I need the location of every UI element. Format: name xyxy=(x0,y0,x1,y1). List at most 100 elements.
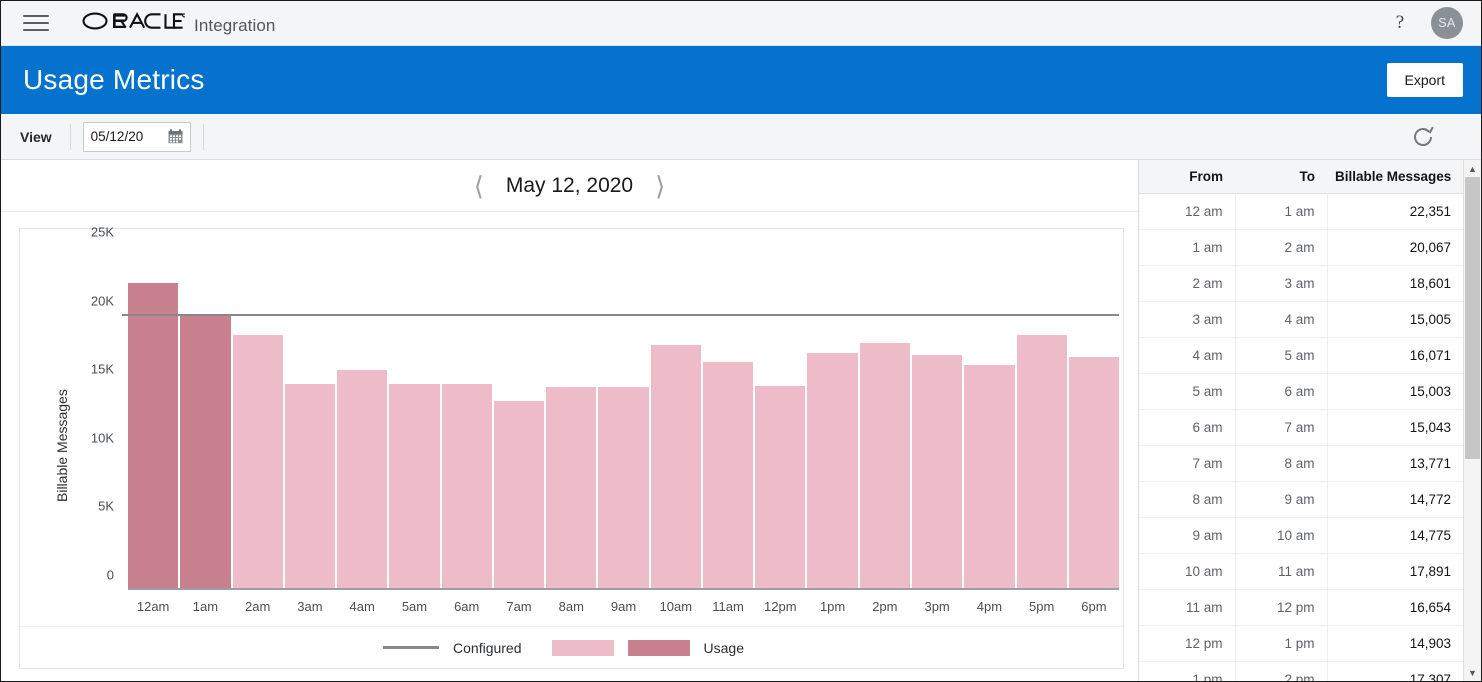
table-row[interactable]: 4 am5 am16,071 xyxy=(1139,338,1463,374)
table-row[interactable]: 7 am8 am13,771 xyxy=(1139,446,1463,482)
table-row[interactable]: 12 pm1 pm14,903 xyxy=(1139,626,1463,662)
bar-segment-usage xyxy=(651,345,701,590)
legend-usage-light-swatch xyxy=(552,640,614,656)
table-row[interactable]: 11 am12 pm16,654 xyxy=(1139,590,1463,626)
scroll-up-icon[interactable]: ▲ xyxy=(1464,160,1481,177)
chart-card: Billable Messages 05K10K15K20K25K 12am1a… xyxy=(19,228,1124,669)
bar-segment-usage xyxy=(389,384,439,590)
refresh-icon[interactable] xyxy=(1411,125,1435,149)
table-row[interactable]: 12 am1 am22,351 xyxy=(1139,194,1463,230)
bar[interactable] xyxy=(442,384,492,590)
table-row[interactable]: 5 am6 am15,003 xyxy=(1139,374,1463,410)
x-tick-label: 2am xyxy=(233,599,283,614)
bar-segment-usage xyxy=(598,387,648,590)
x-tick-label: 7am xyxy=(494,599,544,614)
x-tick-label: 12am xyxy=(128,599,178,614)
bar-segment-usage xyxy=(285,384,335,590)
bar[interactable] xyxy=(128,283,178,590)
bar[interactable] xyxy=(389,384,439,590)
table-row[interactable]: 10 am11 am17,891 xyxy=(1139,554,1463,590)
bar[interactable] xyxy=(285,384,335,590)
column-header-billable-messages[interactable]: Billable Messages xyxy=(1327,160,1463,194)
x-tick-label: 4am xyxy=(337,599,387,614)
date-picker xyxy=(71,122,203,152)
table-row[interactable]: 9 am10 am14,775 xyxy=(1139,518,1463,554)
global-header: Integration ? SA xyxy=(1,1,1481,46)
bar[interactable] xyxy=(598,387,648,590)
cell-billable-messages: 13,771 xyxy=(1327,446,1463,482)
cell-to: 1 am xyxy=(1235,194,1327,230)
table-scroll-area[interactable]: From To Billable Messages 12 am1 am22,35… xyxy=(1139,160,1463,681)
cell-billable-messages: 18,601 xyxy=(1327,266,1463,302)
toolbar-divider-right xyxy=(203,124,204,150)
bar[interactable] xyxy=(755,386,805,590)
bar[interactable] xyxy=(546,387,596,590)
scrollbar-track[interactable] xyxy=(1464,177,1481,664)
column-header-from[interactable]: From xyxy=(1139,160,1235,194)
table-row[interactable]: 1 pm2 pm17,307 xyxy=(1139,662,1463,682)
x-tick-label: 4pm xyxy=(964,599,1014,614)
bar[interactable] xyxy=(494,401,544,590)
page-banner: Usage Metrics Export xyxy=(1,46,1481,114)
y-tick-label: 10K xyxy=(91,430,114,445)
column-header-to[interactable]: To xyxy=(1235,160,1327,194)
chart-legend: Configured Usage xyxy=(20,626,1123,668)
x-tick-label: 10am xyxy=(651,599,701,614)
bar[interactable] xyxy=(1069,357,1119,590)
cell-from: 4 am xyxy=(1139,338,1235,374)
bar[interactable] xyxy=(912,355,962,590)
bar[interactable] xyxy=(860,343,910,590)
cell-billable-messages: 20,067 xyxy=(1327,230,1463,266)
y-tick-label: 5K xyxy=(98,499,114,514)
calendar-icon[interactable] xyxy=(168,129,183,144)
date-field[interactable] xyxy=(83,122,191,152)
table-row[interactable]: 8 am9 am14,772 xyxy=(1139,482,1463,518)
x-axis-line xyxy=(128,588,1119,590)
table-row[interactable]: 1 am2 am20,067 xyxy=(1139,230,1463,266)
x-tick-label: 3pm xyxy=(912,599,962,614)
avatar[interactable]: SA xyxy=(1431,7,1463,39)
x-tick-label: 6am xyxy=(442,599,492,614)
cell-billable-messages: 14,903 xyxy=(1327,626,1463,662)
bar[interactable] xyxy=(651,345,701,590)
date-input[interactable] xyxy=(84,124,148,150)
bar-series xyxy=(128,247,1119,590)
y-axis-ticks: 05K10K15K20K25K xyxy=(76,229,122,626)
table-row[interactable]: 3 am4 am15,005 xyxy=(1139,302,1463,338)
table-row[interactable]: 2 am3 am18,601 xyxy=(1139,266,1463,302)
x-tick-label: 8am xyxy=(546,599,596,614)
plot-inner: 05K10K15K20K25K 12am1am2am3am4am5am6am7a… xyxy=(76,229,1123,626)
oracle-logo xyxy=(81,11,185,31)
cell-from: 6 am xyxy=(1139,410,1235,446)
export-button[interactable]: Export xyxy=(1387,63,1463,97)
cell-billable-messages: 15,043 xyxy=(1327,410,1463,446)
bar[interactable] xyxy=(1017,335,1067,590)
table-scrollbar[interactable]: ▲ ▼ xyxy=(1463,160,1481,681)
bar-segment-usage xyxy=(807,353,857,590)
cell-billable-messages: 14,775 xyxy=(1327,518,1463,554)
hamburger-menu-icon[interactable] xyxy=(23,10,49,36)
bar[interactable] xyxy=(337,370,387,590)
bar[interactable] xyxy=(964,365,1014,590)
help-icon[interactable]: ? xyxy=(1385,12,1415,34)
x-tick-label: 1pm xyxy=(807,599,857,614)
cell-to: 8 am xyxy=(1235,446,1327,482)
bar-segment-usage xyxy=(128,316,178,590)
table-row[interactable]: 6 am7 am15,043 xyxy=(1139,410,1463,446)
chart-panel: ⟨ May 12, 2020 ⟩ Billable Messages 05K10… xyxy=(1,160,1139,681)
x-tick-label: 11am xyxy=(703,599,753,614)
prev-day-button[interactable]: ⟨ xyxy=(474,173,484,199)
bar[interactable] xyxy=(807,353,857,590)
legend-usage-dark-swatch xyxy=(628,640,690,656)
bar[interactable] xyxy=(180,315,230,590)
scrollbar-thumb[interactable] xyxy=(1465,177,1480,459)
table-body: 12 am1 am22,3511 am2 am20,0672 am3 am18,… xyxy=(1139,194,1463,682)
bar-segment-usage xyxy=(546,387,596,590)
bar[interactable] xyxy=(233,335,283,590)
next-day-button[interactable]: ⟩ xyxy=(655,173,665,199)
y-tick-label: 15K xyxy=(91,362,114,377)
x-tick-label: 12pm xyxy=(755,599,805,614)
table-header-row: From To Billable Messages xyxy=(1139,160,1463,194)
scroll-down-icon[interactable]: ▼ xyxy=(1464,664,1481,681)
bar[interactable] xyxy=(703,362,753,590)
